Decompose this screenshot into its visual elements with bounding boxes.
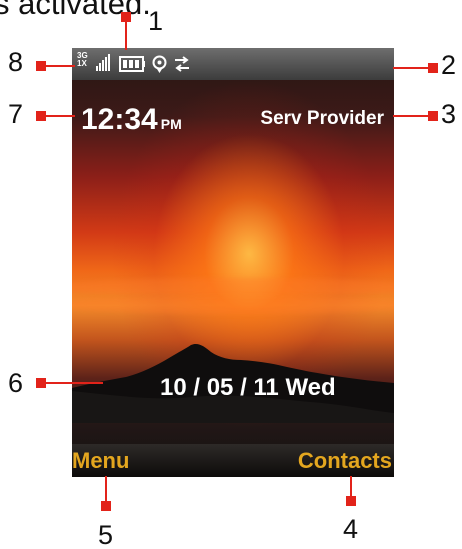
callout-1-marker	[121, 12, 131, 22]
callout-6-number: 6	[8, 368, 24, 398]
clock-ampm: PM	[160, 116, 182, 132]
callout-7-number: 7	[8, 99, 24, 129]
clock-time: 12:34	[81, 103, 158, 136]
phone-home-screen: 3G 1X 12:34 PM Serv Provider 10 / 05 / 1…	[72, 48, 394, 477]
callout-2-marker	[428, 63, 438, 73]
callout-4-marker	[346, 496, 356, 506]
callout-5-number: 5	[98, 520, 114, 549]
clock-display: 12:34 PM	[81, 103, 182, 137]
callout-6-line	[40, 382, 103, 384]
callout-3-number: 3	[441, 99, 457, 129]
callout-8-number: 8	[8, 47, 24, 77]
callout-7-marker	[36, 111, 46, 121]
cloud-band	[72, 278, 394, 296]
mountain-silhouette	[72, 343, 394, 423]
contacts-softkey[interactable]: Contacts	[298, 448, 392, 474]
callout-6-marker	[36, 378, 46, 388]
callout-3-line	[393, 115, 433, 117]
callout-2-line	[393, 67, 433, 69]
location-icon	[152, 55, 167, 73]
data-transfer-icon	[175, 56, 189, 72]
callout-5-marker	[101, 501, 111, 511]
service-provider-label: Serv Provider	[260, 108, 384, 129]
callout-8-marker	[36, 61, 46, 71]
menu-softkey[interactable]: Menu	[72, 448, 129, 474]
battery-icon	[119, 56, 145, 72]
date-display: 10 / 05 / 11 Wed	[160, 374, 336, 401]
network-type-indicator: 3G 1X	[77, 51, 88, 68]
callout-1-number: 1	[148, 6, 164, 36]
softkey-bar: Menu Contacts	[72, 444, 394, 477]
callout-2-number: 2	[441, 50, 457, 80]
callout-3-marker	[428, 111, 438, 121]
signal-strength-icon	[96, 54, 110, 71]
status-bar: 3G 1X	[72, 48, 394, 80]
callout-1-line	[125, 20, 127, 50]
callout-4-number: 4	[343, 514, 359, 544]
